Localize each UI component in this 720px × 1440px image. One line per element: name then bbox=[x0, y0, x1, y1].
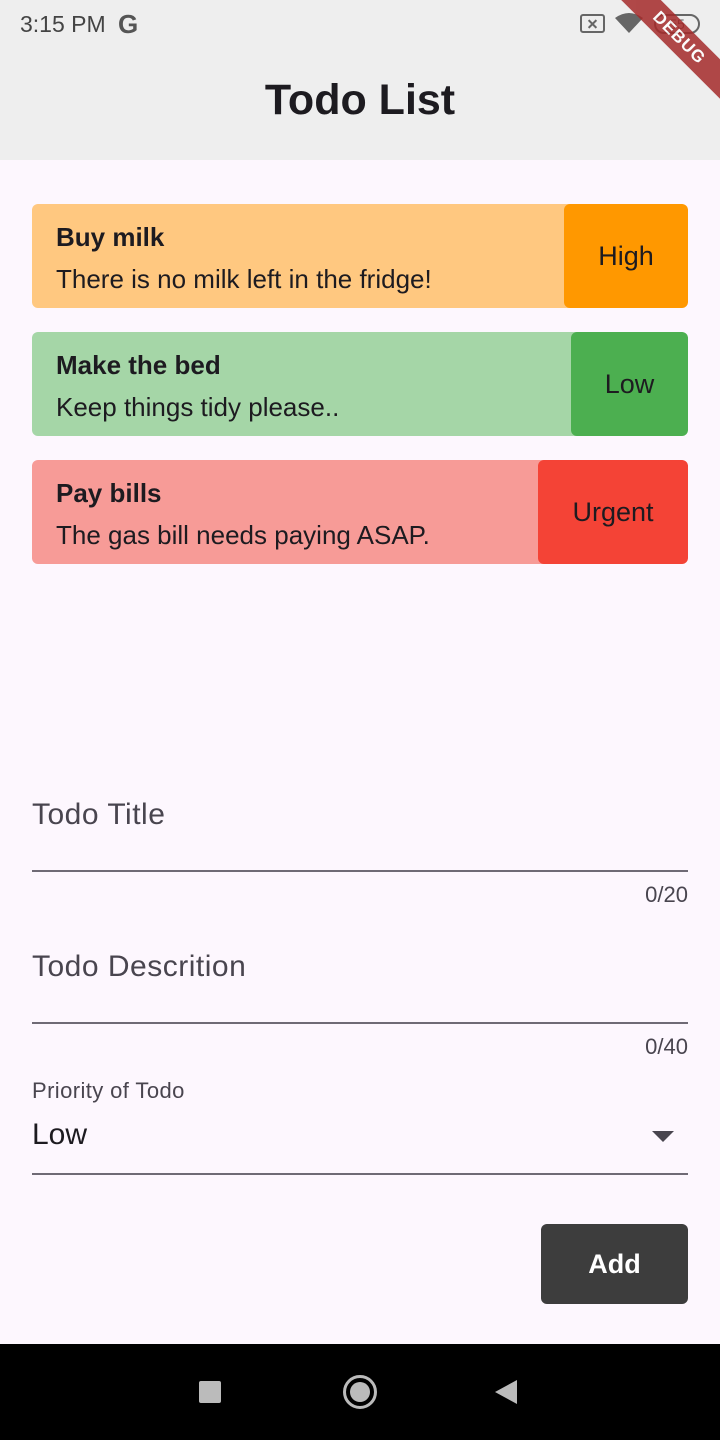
todo-title-counter: 0/20 bbox=[645, 882, 688, 907]
todo-title-underline bbox=[32, 870, 688, 872]
todo-description-counter: 0/40 bbox=[645, 1034, 688, 1059]
todo-card[interactable]: Buy milk There is no milk left in the fr… bbox=[32, 204, 688, 308]
todo-description-field[interactable]: Todo Descrition 0/40 bbox=[32, 950, 688, 1059]
todo-title: Make the bed bbox=[56, 350, 221, 380]
system-nav-bar bbox=[0, 1344, 720, 1440]
todo-description-underline bbox=[32, 1022, 688, 1024]
back-triangle-icon[interactable] bbox=[495, 1380, 517, 1404]
google-g-icon: G bbox=[118, 9, 139, 39]
priority-selected-value: Low bbox=[32, 1118, 88, 1151]
priority-underline bbox=[32, 1173, 688, 1175]
todo-list: Buy milk There is no milk left in the fr… bbox=[32, 204, 688, 588]
priority-badge: Urgent bbox=[538, 460, 688, 564]
todo-card[interactable]: Make the bed Keep things tidy please.. L… bbox=[32, 332, 688, 436]
chevron-down-icon[interactable] bbox=[652, 1131, 674, 1142]
sim-off-icon bbox=[580, 14, 605, 33]
todo-description-label: Todo Descrition bbox=[32, 950, 247, 983]
todo-title: Pay bills bbox=[56, 478, 162, 508]
priority-dropdown[interactable]: Priority of Todo Low bbox=[32, 1078, 688, 1176]
todo-description: The gas bill needs paying ASAP. bbox=[56, 520, 430, 550]
todo-description: Keep things tidy please.. bbox=[56, 392, 340, 422]
app-bar: 3:15 PM G 55 Todo List DEBUG bbox=[0, 0, 720, 160]
home-circle-icon[interactable] bbox=[343, 1375, 377, 1409]
todo-card[interactable]: Pay bills The gas bill needs paying ASAP… bbox=[32, 460, 688, 564]
todo-title-field[interactable]: Todo Title 0/20 bbox=[32, 798, 688, 907]
priority-label: Priority of Todo bbox=[32, 1078, 185, 1103]
todo-description: There is no milk left in the fridge! bbox=[56, 264, 432, 294]
app-root: 3:15 PM G 55 Todo List DEBUG Buy milk Th… bbox=[0, 0, 720, 1440]
status-time: 3:15 PM bbox=[20, 11, 106, 37]
page-title: Todo List bbox=[264, 76, 456, 124]
todo-title-label: Todo Title bbox=[32, 798, 166, 831]
recents-square-icon[interactable] bbox=[199, 1381, 221, 1403]
priority-badge: High bbox=[564, 204, 688, 308]
todo-title: Buy milk bbox=[56, 222, 165, 252]
add-button[interactable]: Add bbox=[541, 1224, 688, 1304]
priority-badge: Low bbox=[571, 332, 688, 436]
